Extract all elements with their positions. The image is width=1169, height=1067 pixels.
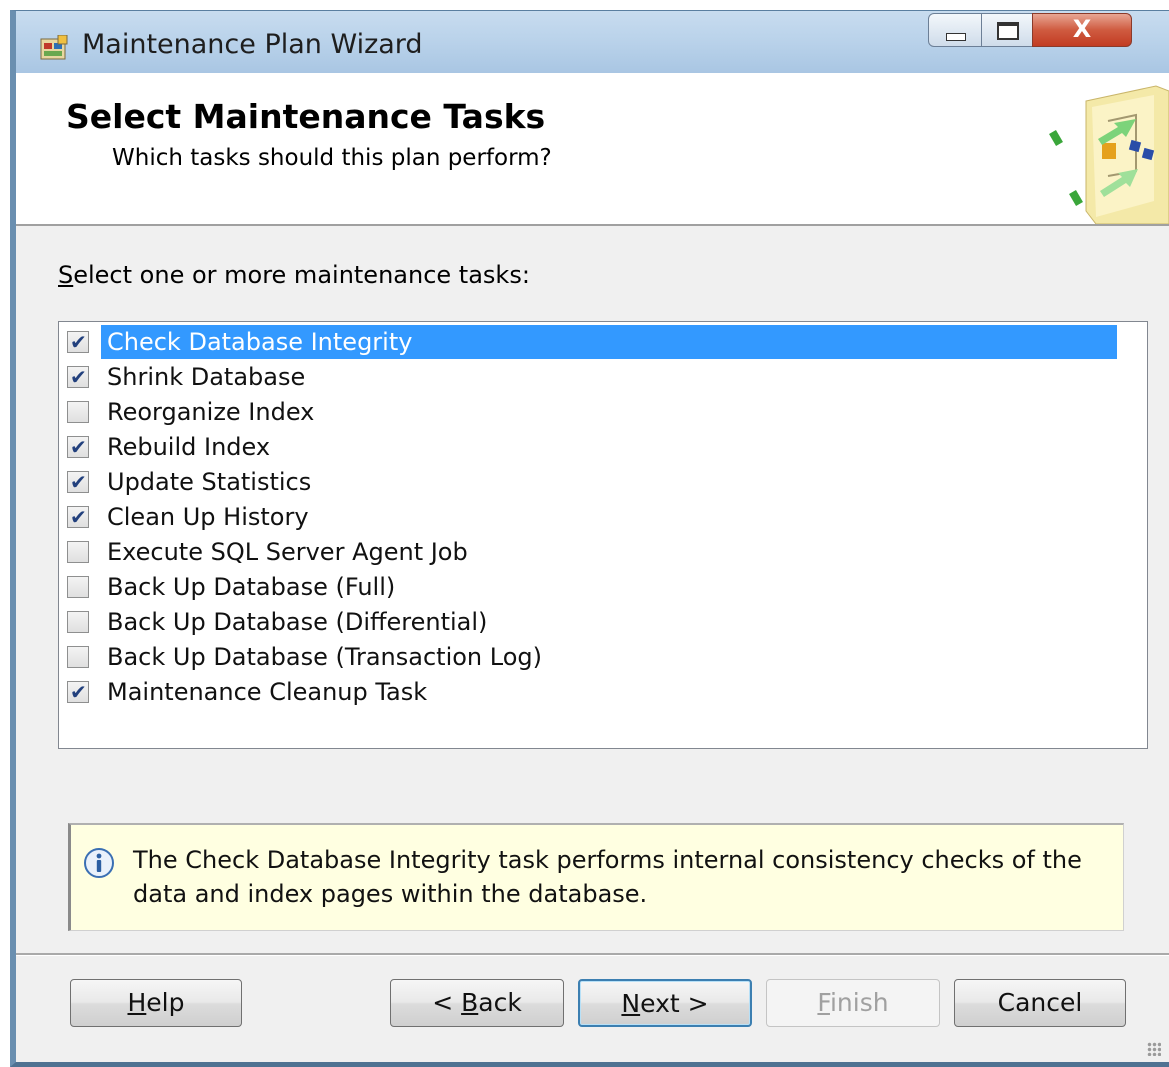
- task-label: Back Up Database (Differential): [107, 608, 488, 636]
- checkmark-icon: ✔: [70, 680, 87, 704]
- checkmark-icon: ✔: [70, 505, 87, 529]
- wizard-window: Maintenance Plan Wizard X Select Mainten…: [10, 10, 1169, 1067]
- task-label: Execute SQL Server Agent Job: [107, 538, 468, 566]
- resize-grip[interactable]: [1147, 1042, 1161, 1056]
- page-title: Select Maintenance Tasks: [66, 97, 546, 136]
- task-checkbox[interactable]: ✔: [67, 365, 89, 389]
- task-item[interactable]: Reorganize Index: [63, 395, 1143, 429]
- task-checkbox[interactable]: [67, 576, 89, 598]
- window-title: Maintenance Plan Wizard: [82, 29, 423, 60]
- wizard-header: Select Maintenance Tasks Which tasks sho…: [16, 73, 1169, 226]
- task-label: Maintenance Cleanup Task: [107, 678, 428, 706]
- task-checkbox[interactable]: [67, 401, 89, 423]
- minimize-button[interactable]: [928, 13, 982, 47]
- task-description-panel: The Check Database Integrity task perfor…: [68, 823, 1124, 931]
- task-checkbox[interactable]: [67, 611, 89, 633]
- task-label: Clean Up History: [107, 503, 309, 531]
- tasks-label: Select one or more maintenance tasks:: [58, 261, 530, 289]
- task-label: Update Statistics: [107, 468, 312, 496]
- tasks-label-accel: S: [58, 261, 74, 289]
- back-button-accel: B: [461, 988, 479, 1017]
- task-item[interactable]: Execute SQL Server Agent Job: [63, 535, 1143, 569]
- task-item[interactable]: ✔ Maintenance Cleanup Task: [63, 675, 1143, 709]
- task-item[interactable]: ✔ Check Database Integrity: [63, 325, 1143, 359]
- back-button-prefix: <: [432, 988, 462, 1017]
- finish-button-label: inish: [829, 988, 889, 1017]
- next-button[interactable]: Next >: [578, 979, 752, 1027]
- checkmark-icon: ✔: [70, 470, 87, 494]
- checkmark-icon: ✔: [70, 435, 87, 459]
- task-label: Back Up Database (Transaction Log): [107, 643, 542, 671]
- task-checklist[interactable]: ✔ Check Database Integrity ✔ Shrink Databas…: [58, 321, 1148, 749]
- close-icon: X: [1072, 15, 1092, 43]
- next-button-label: ext >: [640, 989, 709, 1018]
- task-checkbox[interactable]: ✔: [67, 505, 89, 529]
- task-item[interactable]: ✔ Update Statistics: [63, 465, 1143, 499]
- task-item[interactable]: Back Up Database (Full): [63, 570, 1143, 604]
- close-button[interactable]: X: [1032, 13, 1132, 47]
- task-item[interactable]: ✔ Shrink Database: [63, 360, 1143, 394]
- task-label: Check Database Integrity: [101, 325, 1117, 359]
- task-label: Shrink Database: [107, 363, 306, 391]
- task-item[interactable]: Back Up Database (Transaction Log): [63, 640, 1143, 674]
- next-button-accel: N: [621, 989, 641, 1018]
- task-label: Reorganize Index: [107, 398, 315, 426]
- maximize-button[interactable]: [981, 13, 1033, 47]
- task-checkbox[interactable]: ✔: [67, 435, 89, 459]
- back-button-label: ack: [478, 988, 522, 1017]
- checkmark-icon: ✔: [70, 365, 87, 389]
- page-subtitle: Which tasks should this plan perform?: [112, 145, 552, 171]
- finish-button: Finish: [766, 979, 940, 1027]
- task-checkbox[interactable]: ✔: [67, 470, 89, 494]
- tasks-label-text: elect one or more maintenance tasks:: [73, 261, 530, 289]
- task-checkbox[interactable]: [67, 541, 89, 563]
- task-checkbox[interactable]: [67, 646, 89, 668]
- help-button-label: elp: [146, 988, 185, 1017]
- task-item[interactable]: Back Up Database (Differential): [63, 605, 1143, 639]
- help-button-accel: H: [127, 988, 147, 1017]
- info-icon: [84, 848, 114, 878]
- cancel-button[interactable]: Cancel: [954, 979, 1126, 1027]
- footer-divider: [16, 953, 1169, 956]
- task-label: Back Up Database (Full): [107, 573, 396, 601]
- task-item[interactable]: ✔ Clean Up History: [63, 500, 1143, 534]
- finish-button-accel: F: [817, 988, 830, 1017]
- task-label: Rebuild Index: [107, 433, 271, 461]
- wizard-flowchart-art: [1049, 85, 1169, 224]
- back-button[interactable]: < Back: [390, 979, 564, 1027]
- task-description: The Check Database Integrity task perfor…: [133, 846, 1082, 908]
- help-button[interactable]: Help: [70, 979, 242, 1027]
- task-item[interactable]: ✔ Rebuild Index: [63, 430, 1143, 464]
- task-checkbox[interactable]: ✔: [67, 330, 89, 354]
- task-checkbox[interactable]: ✔: [67, 680, 89, 704]
- title-bar[interactable]: Maintenance Plan Wizard X: [16, 11, 1169, 73]
- checkmark-icon: ✔: [70, 330, 87, 354]
- maintenance-plan-icon: [40, 35, 68, 60]
